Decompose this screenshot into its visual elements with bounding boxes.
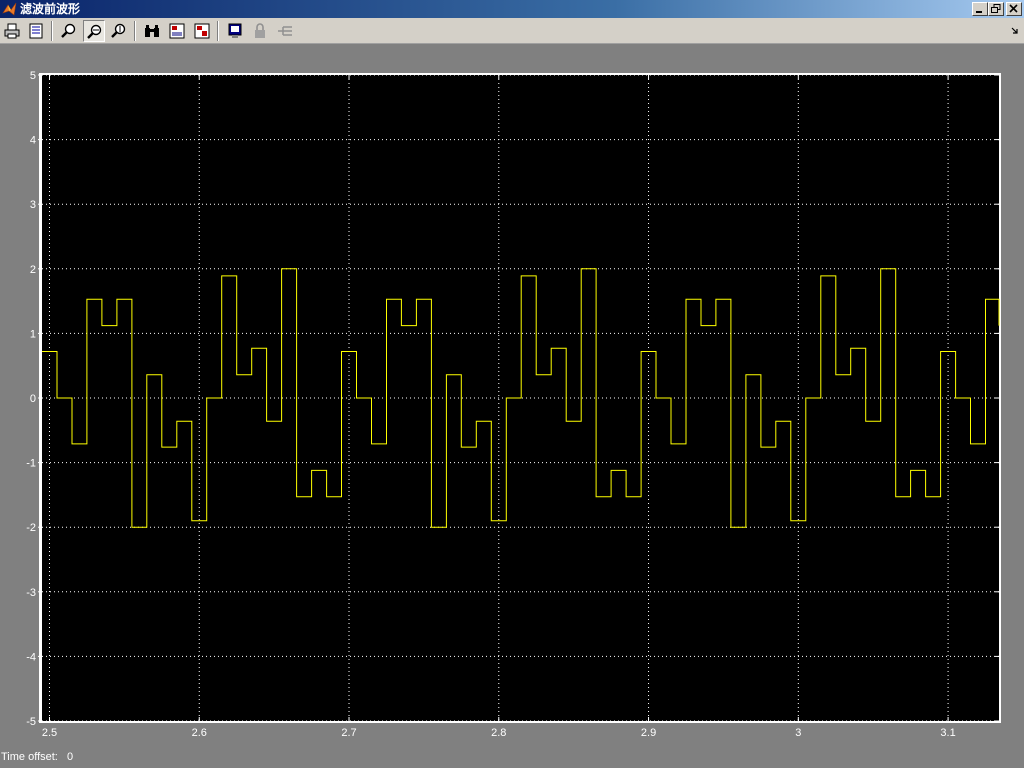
lock-icon (255, 23, 265, 38)
x-tick-label: 3.1 (940, 727, 955, 739)
y-tick-label: -4 (26, 651, 36, 663)
matlab-logo-icon (2, 2, 17, 16)
y-tick-label: -2 (26, 522, 36, 534)
floating-scope-icon (228, 23, 242, 38)
window-title: 滤波前波形 (20, 2, 81, 16)
x-tick-label: 2.6 (192, 727, 207, 739)
y-axis-labels: 5 4 3 2 1 0 -1 -2 -3 -4 -5 (26, 70, 36, 728)
restore-axes-icon (194, 23, 210, 39)
restore-axes-button[interactable] (191, 20, 213, 42)
x-tick-label: 3 (795, 727, 801, 739)
lock-button[interactable] (249, 20, 271, 42)
signal-selector-button[interactable] (274, 20, 296, 42)
binoculars-icon (145, 25, 159, 37)
minimize-icon (976, 11, 982, 13)
zoom-y-button[interactable] (108, 20, 130, 42)
y-tick-label: -1 (26, 458, 36, 470)
y-tick-label: 4 (30, 135, 36, 147)
y-tick-label: 3 (30, 199, 36, 211)
toolbar-overflow-icon[interactable] (1010, 26, 1020, 36)
x-axis-labels: 2.5 2.6 2.7 2.8 2.9 3 3.1 (42, 727, 956, 739)
print-button[interactable] (1, 20, 23, 42)
zoom-y-icon (111, 23, 126, 38)
save-axes-button[interactable] (166, 20, 188, 42)
close-icon (1009, 4, 1018, 13)
zoom-icon (61, 23, 76, 38)
autoscale-button[interactable] (141, 20, 163, 42)
print-icon (4, 23, 20, 39)
y-tick-label: -5 (26, 716, 36, 728)
restore-button[interactable] (988, 2, 1004, 16)
scope-plot[interactable]: 5 4 3 2 1 0 -1 -2 -3 -4 -5 2.5 2.6 2.7 2.8 2.9 3 3.1 (0, 44, 1024, 748)
zoom-x-icon (87, 24, 102, 39)
close-button[interactable] (1006, 2, 1022, 16)
y-tick-label: 2 (30, 264, 36, 276)
restore-icon (991, 4, 1001, 13)
time-offset-label: Time offset: (1, 751, 58, 763)
x-tick-label: 2.9 (641, 727, 656, 739)
zoom-x-button[interactable] (83, 20, 105, 42)
toolbar-separator (51, 21, 53, 41)
toolbar-separator (217, 21, 219, 41)
scope-toolbar (0, 18, 1024, 44)
toolbar-separator (134, 21, 136, 41)
save-axes-icon (169, 23, 185, 39)
x-tick-label: 2.5 (42, 727, 57, 739)
x-tick-label: 2.8 (491, 727, 506, 739)
x-tick-label: 2.7 (341, 727, 356, 739)
zoom-button[interactable] (58, 20, 80, 42)
signal-selector-icon (278, 26, 292, 36)
minimize-button[interactable] (972, 2, 988, 16)
parameters-button[interactable] (25, 20, 47, 42)
y-tick-label: 1 (30, 328, 36, 340)
time-offset-value: 0 (67, 751, 74, 763)
floating-scope-button[interactable] (224, 20, 246, 42)
status-bar: Time offset: 0 (0, 748, 1024, 768)
parameters-icon (29, 23, 43, 39)
title-bar[interactable]: 滤波前波形 (0, 0, 1024, 18)
y-tick-label: 5 (30, 70, 36, 82)
y-tick-label: 0 (30, 393, 36, 405)
y-tick-label: -3 (26, 587, 36, 599)
